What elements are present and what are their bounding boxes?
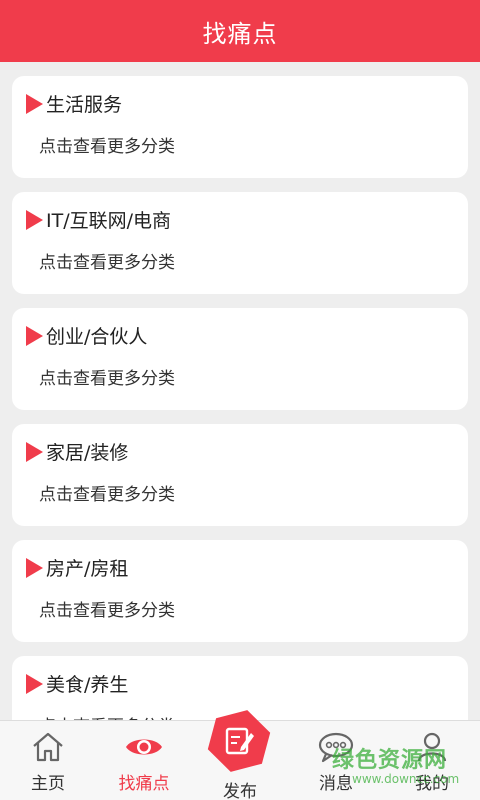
bottom-tab-bar: 主页 找痛点 发布 消息 我的 — [0, 710, 480, 800]
page-title: 找痛点 — [202, 19, 278, 48]
category-card-real-estate[interactable]: 房产/房租 点击查看更多分类 — [12, 540, 468, 642]
eye-icon — [124, 731, 164, 763]
edit-icon — [205, 707, 273, 775]
triangle-marker-icon — [26, 325, 43, 346]
tab-label: 我的 — [415, 774, 449, 794]
triangle-marker-icon — [26, 209, 43, 230]
category-card-home-decor[interactable]: 家居/装修 点击查看更多分类 — [12, 424, 468, 526]
triangle-marker-icon — [26, 673, 43, 694]
category-title: IT/互联网/电商 — [46, 210, 172, 232]
card-title-row: 生活服务 — [26, 90, 122, 117]
card-title-row: 美食/养生 — [26, 670, 128, 697]
card-title-row: 创业/合伙人 — [26, 322, 147, 349]
category-title: 家居/装修 — [46, 442, 129, 464]
more-categories-link[interactable]: 点击查看更多分类 — [39, 480, 175, 505]
more-categories-link[interactable]: 点击查看更多分类 — [39, 248, 175, 273]
tab-label: 消息 — [319, 774, 353, 794]
user-icon — [415, 731, 449, 763]
more-categories-link[interactable]: 点击查看更多分类 — [39, 596, 175, 621]
tab-mine[interactable]: 我的 — [384, 721, 480, 800]
chat-bubble-icon — [317, 731, 355, 763]
tab-messages[interactable]: 消息 — [288, 721, 384, 800]
card-title-row: IT/互联网/电商 — [26, 206, 171, 233]
tab-label: 找痛点 — [118, 774, 170, 794]
category-card-startup[interactable]: 创业/合伙人 点击查看更多分类 — [12, 308, 468, 410]
triangle-marker-icon — [26, 93, 43, 114]
triangle-marker-icon — [26, 557, 43, 578]
top-bar: 找痛点 — [0, 0, 480, 62]
more-categories-link[interactable]: 点击查看更多分类 — [39, 364, 175, 389]
category-card-it-internet[interactable]: IT/互联网/电商 点击查看更多分类 — [12, 192, 468, 294]
app-screen: 找痛点 生活服务 点击查看更多分类 IT/互联网/电商 点击查看更多分类 创业/… — [0, 0, 480, 800]
tab-label: 主页 — [31, 774, 65, 794]
category-list-container[interactable]: 生活服务 点击查看更多分类 IT/互联网/电商 点击查看更多分类 创业/合伙人 … — [0, 62, 480, 720]
card-title-row: 家居/装修 — [26, 438, 128, 465]
more-categories-link[interactable]: 点击查看更多分类 — [39, 712, 175, 720]
category-title: 创业/合伙人 — [46, 326, 148, 348]
tab-find-pain-points[interactable]: 找痛点 — [96, 721, 192, 800]
tab-publish[interactable]: 发布 — [192, 710, 288, 800]
category-title: 房产/房租 — [46, 558, 129, 580]
category-card-life-services[interactable]: 生活服务 点击查看更多分类 — [12, 76, 468, 178]
card-title-row: 房产/房租 — [26, 554, 128, 581]
more-categories-link[interactable]: 点击查看更多分类 — [39, 132, 175, 157]
home-icon — [31, 731, 65, 763]
category-title: 生活服务 — [46, 94, 123, 116]
category-title: 美食/养生 — [46, 674, 129, 696]
tab-home[interactable]: 主页 — [0, 721, 96, 800]
tab-label: 发布 — [223, 782, 257, 800]
category-list: 生活服务 点击查看更多分类 IT/互联网/电商 点击查看更多分类 创业/合伙人 … — [0, 62, 480, 720]
triangle-marker-icon — [26, 441, 43, 462]
